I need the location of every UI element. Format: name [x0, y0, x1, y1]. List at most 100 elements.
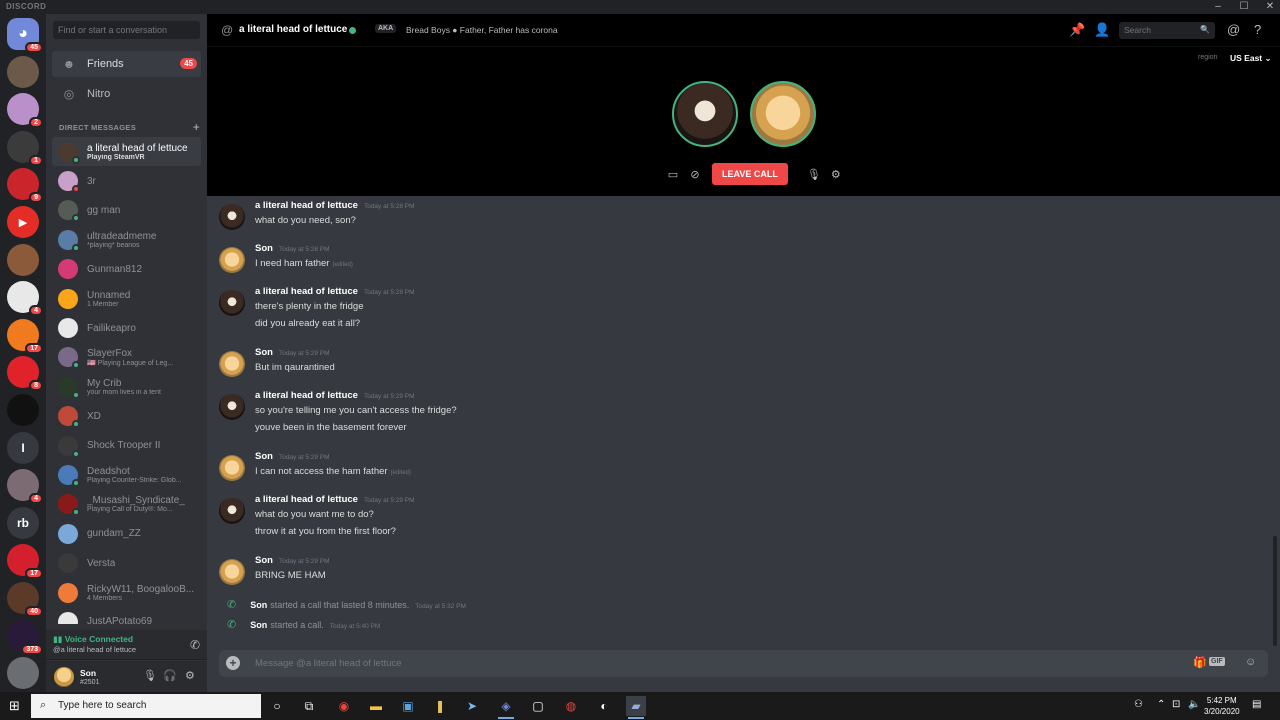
- discord-taskbar-icon[interactable]: ◈: [496, 696, 516, 719]
- taskbar-clock[interactable]: 5:42 PM 3/20/2020: [1204, 695, 1240, 717]
- message-author[interactable]: a literal head of lettuce: [255, 286, 358, 297]
- server-avatar-icon[interactable]: [7, 55, 39, 88]
- microphone-icon[interactable]: 🎙: [143, 669, 157, 682]
- server-avatar-icon[interactable]: 4: [7, 281, 43, 317]
- dm-list-item[interactable]: Gunman812: [52, 255, 201, 284]
- upload-plus-icon[interactable]: +: [226, 656, 240, 670]
- maximize-button[interactable]: ☐: [1238, 0, 1250, 14]
- dm-list-item[interactable]: Unnamed 1 Member: [52, 284, 201, 313]
- message-author-avatar[interactable]: [219, 455, 245, 481]
- task-view-icon[interactable]: ⧉: [299, 696, 319, 716]
- chat-scrollbar[interactable]: [1273, 536, 1277, 646]
- user-avatar[interactable]: [54, 667, 74, 687]
- conversation-search-input[interactable]: Find or start a conversation: [53, 21, 200, 39]
- notifications-icon[interactable]: ▤: [1252, 699, 1261, 710]
- message-author[interactable]: a literal head of lettuce: [255, 390, 358, 401]
- settings-gear-icon[interactable]: ⚙: [185, 669, 195, 682]
- message-author-avatar[interactable]: [219, 290, 245, 316]
- dm-list-item[interactable]: _Musashi_Syndicate_ Playing Call of Duty®…: [52, 490, 201, 519]
- server-avatar-icon[interactable]: 8: [7, 356, 43, 392]
- call-settings-icon[interactable]: ⚙: [825, 168, 847, 181]
- app-icon[interactable]: ❚: [430, 696, 450, 716]
- message-author[interactable]: Son: [255, 347, 273, 358]
- call-participant-avatar[interactable]: [672, 81, 738, 147]
- network-icon[interactable]: ⊡: [1172, 699, 1180, 710]
- nitro-nav[interactable]: ◎ Nitro: [52, 81, 201, 107]
- message-author[interactable]: Son: [255, 555, 273, 566]
- system-message-author[interactable]: Son: [250, 600, 267, 610]
- server-avatar-icon[interactable]: 373: [7, 619, 43, 655]
- dm-list-item[interactable]: Failikeapro: [52, 313, 201, 342]
- screen-share-icon[interactable]: ▭: [662, 168, 684, 181]
- close-window-button[interactable]: ✕: [1264, 0, 1276, 14]
- minimize-button[interactable]: –: [1212, 0, 1224, 14]
- dm-list-item[interactable]: XD: [52, 402, 201, 431]
- server-avatar-icon[interactable]: 1: [7, 130, 43, 166]
- server-avatar-icon[interactable]: [7, 394, 39, 426]
- friends-nav[interactable]: ☻ Friends 45: [52, 51, 201, 77]
- taskbar-search-input[interactable]: ⌕ Type here to search: [31, 694, 261, 718]
- create-dm-plus-icon[interactable]: +: [193, 120, 200, 134]
- dm-list-item[interactable]: Deadshot Playing Counter-Strike: Glob...: [52, 460, 201, 489]
- mentions-icon[interactable]: @: [1227, 22, 1240, 37]
- steam-icon[interactable]: ➤: [462, 696, 482, 716]
- message-author[interactable]: Son: [255, 451, 273, 462]
- dm-list-item[interactable]: a literal head of lettuce Playing SteamVR: [52, 137, 201, 167]
- app-icon[interactable]: ▢: [528, 696, 548, 716]
- add-friend-icon[interactable]: 👤: [1094, 22, 1110, 38]
- tray-chevron-icon[interactable]: ⌃: [1157, 699, 1165, 710]
- youtube-server-icon[interactable]: ▶: [7, 206, 39, 238]
- dm-list-item[interactable]: My Crib your mom lives in a tent: [52, 372, 201, 401]
- windows-start-icon[interactable]: ⊞: [9, 698, 20, 714]
- server-avatar-icon[interactable]: [7, 243, 39, 276]
- server-avatar-icon[interactable]: 40: [7, 582, 43, 617]
- voice-target[interactable]: @a literal head of lettuce: [53, 645, 136, 654]
- dm-list-item[interactable]: Shock Trooper II: [52, 431, 201, 460]
- server-avatar-icon[interactable]: 17: [7, 544, 43, 580]
- file-explorer-icon[interactable]: ▬: [366, 696, 386, 716]
- help-icon[interactable]: ?: [1254, 22, 1261, 37]
- dm-list-item[interactable]: JustAPotato69: [52, 607, 201, 624]
- headphones-icon[interactable]: 🎧: [163, 669, 177, 682]
- message-input[interactable]: Message @a literal head of lettuce: [255, 658, 401, 669]
- emoji-icon[interactable]: ☺: [1245, 656, 1256, 668]
- message-author[interactable]: a literal head of lettuce: [255, 200, 358, 211]
- message-author-avatar[interactable]: [219, 204, 245, 230]
- volume-icon[interactable]: 🔈: [1188, 699, 1200, 710]
- dm-list-item[interactable]: 3r: [52, 166, 201, 195]
- server-avatar-icon[interactable]: [7, 657, 39, 690]
- camera-off-icon[interactable]: ⊘: [684, 168, 706, 181]
- header-search-input[interactable]: Search 🔍: [1119, 22, 1215, 39]
- people-icon[interactable]: ⚇: [1134, 699, 1143, 710]
- obs-icon[interactable]: ◐: [594, 696, 614, 716]
- message-author-avatar[interactable]: [219, 394, 245, 420]
- cortana-icon[interactable]: ○: [267, 696, 287, 716]
- message-author-avatar[interactable]: [219, 351, 245, 377]
- discord-home-icon[interactable]: ◕ 45: [7, 18, 43, 53]
- dm-list-item[interactable]: RickyW11, BoogalooB... 4 Members: [52, 578, 201, 607]
- region-select[interactable]: US East ⌄: [1230, 53, 1272, 64]
- message-author-avatar[interactable]: [219, 247, 245, 273]
- dm-list-item[interactable]: ultradeadmeme *playing* beanos: [52, 225, 201, 254]
- store-icon[interactable]: ▣: [398, 696, 418, 716]
- app-icon[interactable]: ◍: [561, 696, 581, 716]
- server-letter-icon[interactable]: I: [7, 431, 39, 464]
- server-avatar-icon[interactable]: 9: [7, 168, 43, 204]
- leave-call-button[interactable]: LEAVE CALL: [712, 163, 788, 185]
- server-avatar-icon[interactable]: 2: [7, 93, 43, 129]
- dm-list-item[interactable]: SlayerFox 🇺🇸 Playing League of Leg...: [52, 343, 201, 372]
- dm-list-item[interactable]: gundam_ZZ: [52, 519, 201, 548]
- app-icon[interactable]: ▰: [626, 696, 646, 719]
- message-author-avatar[interactable]: [219, 559, 245, 585]
- server-avatar-icon[interactable]: 4: [7, 469, 43, 505]
- server-letter-icon[interactable]: rb: [7, 506, 39, 539]
- chrome-icon[interactable]: ◉: [334, 696, 354, 716]
- disconnect-call-icon[interactable]: ✆: [190, 638, 200, 652]
- gift-icon[interactable]: 🎁: [1193, 656, 1207, 669]
- dm-list-item[interactable]: Versta: [52, 548, 201, 577]
- message-author-avatar[interactable]: [219, 498, 245, 524]
- message-author[interactable]: a literal head of lettuce: [255, 494, 358, 505]
- server-avatar-icon[interactable]: 17: [7, 318, 43, 354]
- pin-icon[interactable]: 📌: [1069, 22, 1085, 38]
- call-participant-avatar[interactable]: [750, 81, 816, 147]
